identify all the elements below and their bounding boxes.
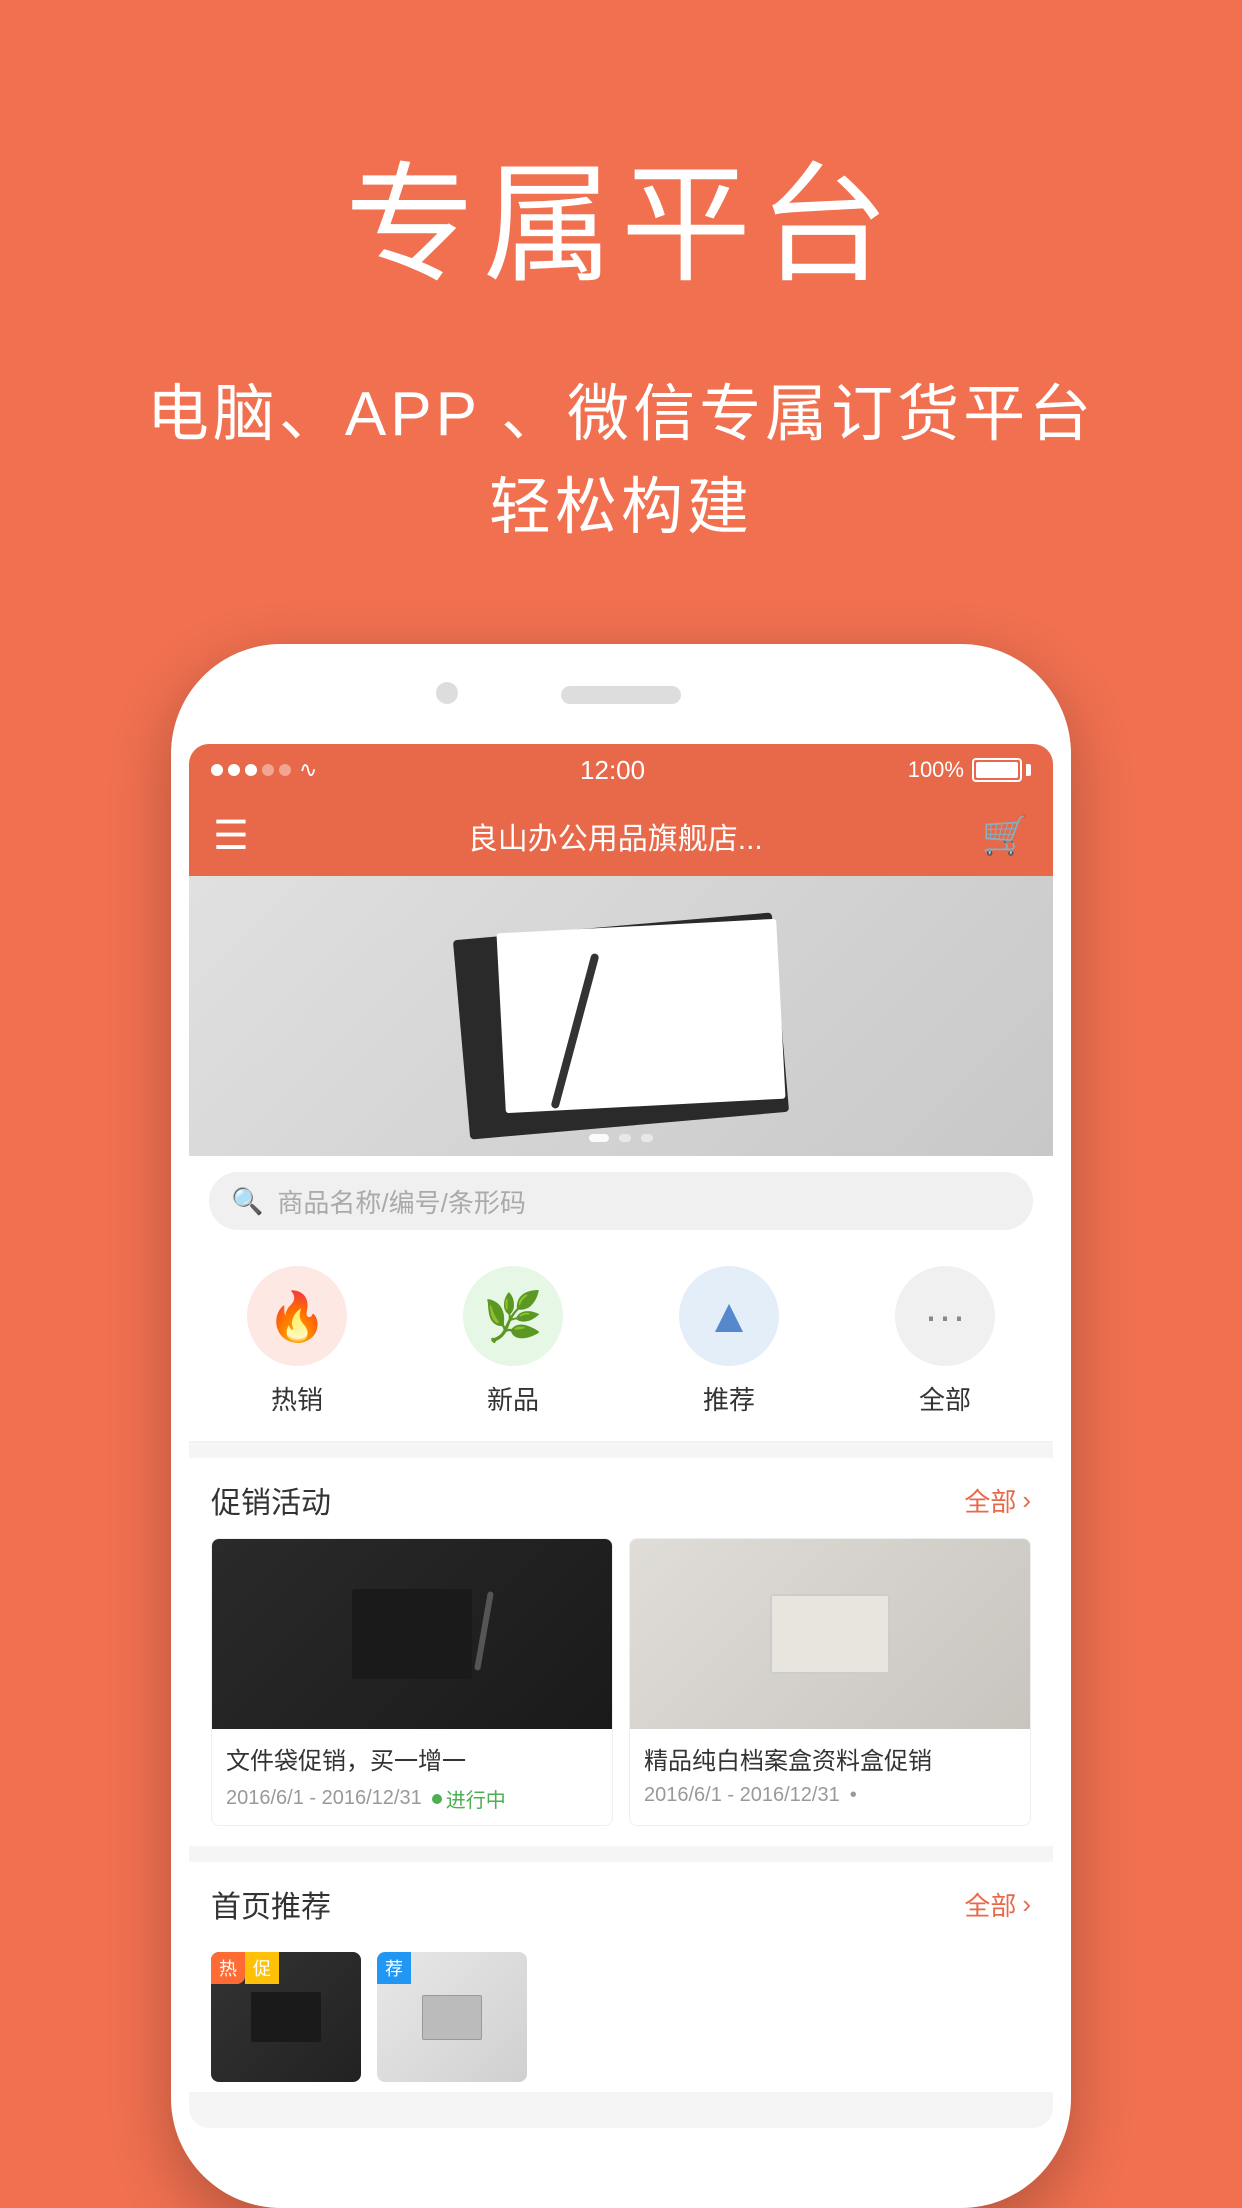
search-icon: 🔍	[231, 1186, 263, 1217]
promo-items: 文件袋促销，买一增一 2016/6/1 - 2016/12/31 进行中	[189, 1538, 1053, 1846]
status-bar: ∿ 12:00 100%	[189, 744, 1053, 796]
promo-date-1: 2016/6/1 - 2016/12/31	[226, 1787, 422, 1810]
promo-section-header: 促销活动 全部 ›	[189, 1458, 1053, 1538]
folder-paper	[496, 919, 785, 1113]
category-item-new[interactable]: 🌿 新品	[463, 1266, 563, 1417]
signal-dot-3	[245, 764, 257, 776]
promo-title-1: 文件袋促销，买一增一	[226, 1741, 598, 1776]
category-item-hot[interactable]: 🔥 热销	[247, 1266, 347, 1417]
phone-speaker	[561, 686, 681, 704]
tag-blue: 荐	[377, 1952, 411, 1984]
home-rec-section: 首页推荐 全部 › 热	[189, 1862, 1053, 2092]
wifi-icon: ∿	[299, 757, 317, 783]
promo-status-1: 进行中	[432, 1784, 506, 1813]
sub-title: 电脑、APP 、微信专属订货平台 轻松构建	[147, 368, 1095, 554]
category-label-rec: 推荐	[703, 1380, 755, 1417]
category-circle-rec: ▲	[679, 1266, 779, 1366]
sub-title-line1: 电脑、APP 、微信专属订货平台	[147, 368, 1095, 461]
screen-scroll[interactable]: 🔍 商品名称/编号/条形码 🔥 热销 🌿	[189, 876, 1053, 2128]
product-tag-1: 热 促	[211, 1952, 279, 1984]
promo-date-row-2: 2016/6/1 - 2016/12/31 •	[644, 1784, 1016, 1807]
promo-section-title: 促销活动	[211, 1478, 331, 1522]
banner-dots	[589, 1134, 653, 1142]
tag-hot: 热	[211, 1952, 245, 1984]
phone-camera	[436, 682, 458, 704]
category-item-all[interactable]: ··· 全部	[895, 1266, 995, 1417]
category-label-all: 全部	[919, 1380, 971, 1417]
promo-date-2: 2016/6/1 - 2016/12/31	[644, 1784, 840, 1807]
status-left: ∿	[211, 757, 317, 783]
promo-info-1: 文件袋促销，买一增一 2016/6/1 - 2016/12/31 进行中	[212, 1729, 612, 1825]
small-folder-1	[251, 1992, 321, 2042]
battery-bar	[972, 758, 1031, 782]
chevron-right-icon: ›	[1022, 1485, 1031, 1516]
menu-icon[interactable]: ☰	[213, 813, 249, 859]
chevron-right-icon-2: ›	[1022, 1889, 1031, 1920]
banner-dot-1	[589, 1134, 609, 1142]
category-circle-all: ···	[895, 1266, 995, 1366]
product-mini-1[interactable]: 热 促	[211, 1952, 361, 2082]
signal-dot-2	[228, 764, 240, 776]
store-name: 良山办公用品旗舰店...	[468, 814, 763, 858]
search-placeholder: 商品名称/编号/条形码	[277, 1183, 525, 1220]
promo-section: 促销活动 全部 › 文件袋促销，买一增	[189, 1458, 1053, 1846]
search-bar: 🔍 商品名称/编号/条形码	[189, 1156, 1053, 1246]
promo-info-2: 精品纯白档案盒资料盒促销 2016/6/1 - 2016/12/31 •	[630, 1729, 1030, 1819]
folder-visual	[431, 906, 811, 1126]
promo-card-2[interactable]: 精品纯白档案盒资料盒促销 2016/6/1 - 2016/12/31 •	[629, 1538, 1031, 1826]
cart-icon[interactable]: 🛒	[982, 814, 1029, 858]
category-label-new: 新品	[487, 1380, 539, 1417]
status-dot-1	[432, 1794, 442, 1804]
category-label-hot: 热销	[271, 1380, 323, 1417]
banner-img	[189, 876, 1053, 1156]
battery-percentage: 100%	[908, 757, 964, 783]
signal-dot-1	[211, 764, 223, 776]
home-rec-more[interactable]: 全部 ›	[964, 1886, 1031, 1923]
search-input[interactable]: 🔍 商品名称/编号/条形码	[209, 1172, 1033, 1230]
phone-screen: ∿ 12:00 100% ☰ 良山办公用品旗舰店... 🛒	[189, 744, 1053, 2128]
phone-mockup: ∿ 12:00 100% ☰ 良山办公用品旗舰店... 🛒	[171, 644, 1071, 2208]
header-section: 专属平台 电脑、APP 、微信专属订货平台 轻松构建	[147, 120, 1095, 554]
category-item-rec[interactable]: ▲ 推荐	[679, 1266, 779, 1417]
product-row: 热 促 荐	[189, 1942, 1053, 2092]
main-title: 专属平台	[147, 120, 1095, 308]
signal-dot-4	[262, 764, 274, 776]
app-header: ☰ 良山办公用品旗舰店... 🛒	[189, 796, 1053, 876]
promo-title-2: 精品纯白档案盒资料盒促销	[644, 1741, 1016, 1776]
status-time: 12:00	[580, 755, 645, 786]
page: 专属平台 电脑、APP 、微信专属订货平台 轻松构建	[0, 0, 1242, 2208]
banner-dot-2	[619, 1134, 631, 1142]
promo-box-visual	[770, 1594, 890, 1674]
promo-img-2	[630, 1539, 1030, 1729]
promo-status-2: •	[850, 1784, 857, 1807]
battery-tip	[1026, 764, 1031, 776]
status-right: 100%	[908, 757, 1031, 783]
sub-title-line2: 轻松构建	[147, 461, 1095, 554]
signal-dot-5	[279, 764, 291, 776]
promo-card-1[interactable]: 文件袋促销，买一增一 2016/6/1 - 2016/12/31 进行中	[211, 1538, 613, 1826]
rec-icon: ▲	[705, 1289, 753, 1344]
signal-dots	[211, 764, 291, 776]
battery-outer	[972, 758, 1022, 782]
category-circle-new: 🌿	[463, 1266, 563, 1366]
new-icon: 🌿	[483, 1288, 543, 1345]
home-rec-header: 首页推荐 全部 ›	[189, 1862, 1053, 1942]
tag-promo: 促	[245, 1952, 279, 1984]
promo-section-more[interactable]: 全部 ›	[964, 1482, 1031, 1519]
all-icon: ···	[924, 1292, 966, 1340]
category-circle-hot: 🔥	[247, 1266, 347, 1366]
promo-date-row-1: 2016/6/1 - 2016/12/31 进行中	[226, 1784, 598, 1813]
promo-img-1	[212, 1539, 612, 1729]
home-rec-title: 首页推荐	[211, 1882, 331, 1926]
banner-dot-3	[641, 1134, 653, 1142]
promo-folder-visual	[352, 1589, 472, 1679]
hot-icon: 🔥	[267, 1288, 327, 1345]
product-mini-2[interactable]: 荐	[377, 1952, 527, 2082]
small-box-1	[422, 1995, 482, 2040]
product-tag-2: 荐	[377, 1952, 411, 1984]
category-section: 🔥 热销 🌿 新品 ▲ 推荐	[189, 1246, 1053, 1442]
banner-area	[189, 876, 1053, 1156]
battery-inner	[976, 762, 1018, 778]
